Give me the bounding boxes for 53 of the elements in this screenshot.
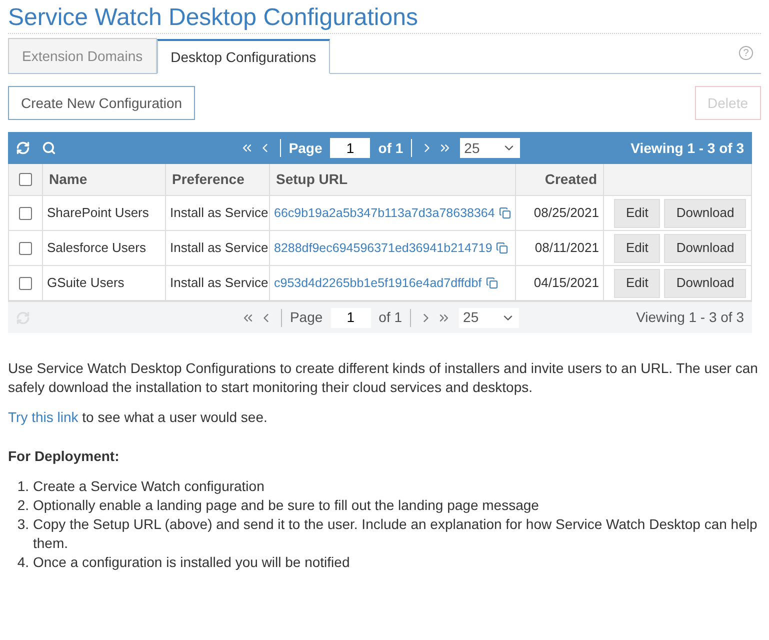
step-text: Create a Service Watch configuration — [33, 477, 264, 496]
page-count: of 1 — [378, 138, 404, 158]
step-number: 1. — [16, 477, 30, 496]
step-number: 4. — [16, 553, 30, 572]
table-cell-text: Install as Service — [170, 204, 268, 222]
table-cell-text: 08/11/2021 — [534, 239, 599, 258]
page-title: Service Watch Desktop Configurations — [8, 0, 761, 34]
copy-icon[interactable] — [496, 242, 508, 254]
page-label: Page — [288, 138, 322, 158]
table-cell-text: 04/15/2021 — [534, 274, 599, 292]
table-cell-text: Install as Service — [170, 274, 268, 292]
intro-paragraph: Use Service Watch Desktop Configurations to create different kinds of installers and invite users to an URL. The user can safely download the installation to start monitoring their cloud services and desktops. — [8, 359, 759, 397]
setup-url-link[interactable]: 66c9b19a2a5b347b113a7d3a78638364 — [274, 204, 495, 222]
download-button[interactable]: Download — [664, 198, 746, 228]
table-cell-text: SharePoint Users — [47, 204, 149, 222]
checkbox[interactable] — [19, 206, 32, 220]
edit-button[interactable]: Edit — [614, 268, 660, 298]
page-field[interactable]: 1 — [330, 138, 370, 158]
page-count: of 1 — [378, 308, 402, 327]
column-header[interactable]: Setup URL — [276, 169, 348, 190]
refresh-icon[interactable] — [16, 141, 30, 155]
step-number: 2. — [16, 496, 30, 515]
checkbox[interactable] — [19, 242, 32, 254]
search-icon[interactable] — [42, 141, 56, 155]
page-label: Page — [290, 308, 323, 327]
table-cell-text: 08/25/2021 — [534, 204, 599, 222]
step-text: Copy the Setup URL (above) and send it to the user. Include an explanation for how Service Watch Desktop can help them. — [33, 515, 758, 553]
checkbox[interactable] — [19, 173, 32, 186]
deployment-heading: For Deployment: — [8, 447, 120, 466]
page-size-select[interactable]: 25 — [460, 138, 520, 158]
step-number: 3. — [16, 515, 30, 534]
page-field[interactable]: 1 — [330, 308, 371, 328]
create-configuration-button[interactable]: Create New Configuration — [8, 86, 196, 120]
step-text: Once a configuration is installed you will be notified — [33, 553, 350, 572]
page-size-select[interactable]: 25 — [459, 308, 520, 328]
edit-button[interactable]: Edit — [614, 234, 660, 262]
viewing-count: Viewing 1 - 3 of 3 — [630, 138, 744, 158]
copy-icon[interactable] — [498, 207, 511, 219]
table-cell-text: Install as Service — [170, 239, 268, 258]
download-button[interactable]: Download — [664, 234, 746, 262]
table-cell-text: Salesforce Users — [47, 239, 146, 258]
checkbox[interactable] — [19, 276, 32, 290]
setup-url-link[interactable]: 8288df9ec694596371ed36941b214719 — [274, 238, 492, 258]
tab[interactable]: Desktop Configurations — [156, 39, 330, 74]
edit-button[interactable]: Edit — [614, 198, 660, 228]
try-link[interactable]: Try this link — [8, 409, 78, 425]
step-text: Optionally enable a landing page and be sure to fill out the landing page message — [33, 496, 539, 515]
download-button[interactable]: Download — [664, 268, 746, 298]
viewing-count: Viewing 1 - 3 of 3 — [636, 308, 744, 327]
try-link-text: to see what a user would see. — [81, 409, 268, 425]
copy-icon[interactable] — [486, 277, 498, 289]
table-cell-text: GSuite Users — [47, 274, 124, 292]
setup-url-link[interactable]: c953d4d2265bb1e5f1916e4ad7dffdbf — [274, 274, 482, 292]
